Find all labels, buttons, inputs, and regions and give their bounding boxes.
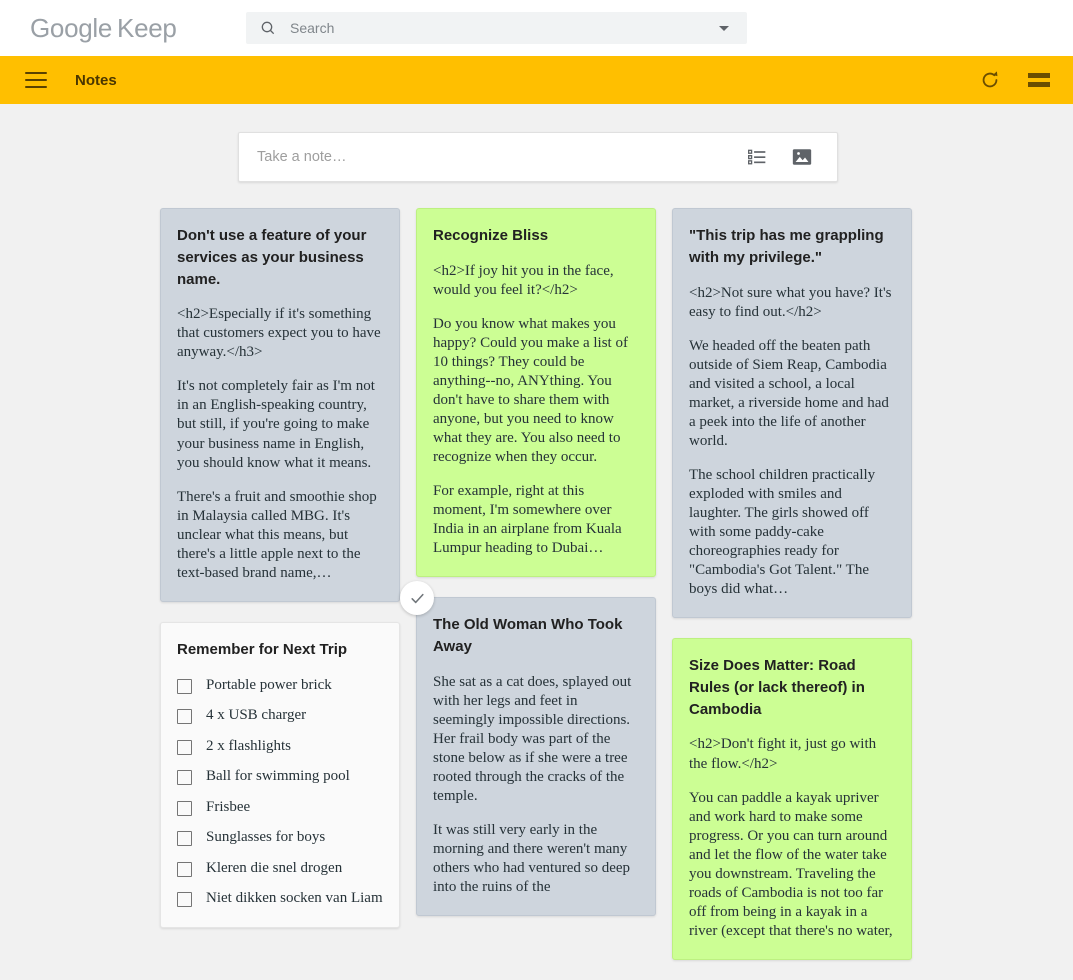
note-select-badge[interactable] [400, 581, 434, 616]
new-list-icon[interactable] [747, 147, 767, 167]
checklist-item[interactable]: Portable power brick [177, 676, 383, 696]
note-card-privilege[interactable]: "This trip has me grappling with my priv… [672, 208, 912, 619]
note-card-business-name[interactable]: Don't use a feature of your services as … [160, 208, 400, 602]
notes-column-3: "This trip has me grappling with my priv… [672, 208, 912, 960]
check-circle-icon [410, 593, 424, 604]
checkbox[interactable] [177, 709, 192, 725]
note-paragraph: For example, right at this moment, I'm s… [433, 483, 622, 557]
new-image-icon[interactable] [791, 146, 813, 168]
note-card-remember-trip[interactable]: Remember for Next Trip Portable power br… [160, 621, 400, 928]
page-title: Notes [75, 71, 117, 89]
note-title: "This trip has me grappling with my priv… [689, 227, 884, 266]
refresh-icon[interactable] [979, 69, 1001, 91]
note-title: Recognize Bliss [433, 227, 549, 244]
note-paragraph: <h2>Don't fight it, just go with the flo… [689, 736, 877, 772]
notes-column-2: Recognize Bliss <h2>If joy hit you in th… [400, 208, 656, 917]
chevron-down-icon[interactable] [719, 25, 729, 31]
checklist-item[interactable]: Sunglasses for boys [177, 828, 383, 848]
search-icon [261, 21, 275, 35]
note-paragraph: <h2>If joy hit you in the face, would yo… [433, 262, 614, 298]
logo-keep: Keep [117, 12, 177, 43]
checklist-item[interactable]: Frisbee [177, 798, 383, 818]
search-bar[interactable] [246, 12, 747, 44]
checklist-item[interactable]: Ball for swimming pool [177, 767, 383, 787]
app-logo[interactable]: Google Keep [30, 13, 177, 44]
note-card-recognize-bliss[interactable]: Recognize Bliss <h2>If joy hit you in th… [416, 208, 656, 578]
checklist: Portable power brick 4 x USB charger 2 x… [177, 676, 383, 909]
take-a-note-placeholder[interactable]: Take a note… [257, 149, 747, 165]
checklist-item[interactable]: Kleren die snel drogen [177, 859, 383, 879]
take-a-note-box[interactable]: Take a note… [238, 132, 838, 182]
note-title: Don't use a feature of your services as … [177, 227, 367, 288]
checklist-item[interactable]: 2 x flashlights [177, 737, 383, 757]
note-paragraph: It's not completely fair as I'm not in a… [177, 378, 375, 471]
checklist-item[interactable]: 4 x USB charger [177, 706, 383, 726]
list-view-icon[interactable] [1027, 71, 1051, 89]
note-paragraph: There's a fruit and smoothie shop in Mal… [177, 488, 377, 581]
note-paragraph: The school children practically exploded… [689, 466, 876, 598]
note-paragraph: <h2>Especially if it's something that cu… [177, 306, 381, 361]
checklist-item-label: Ball for swimming pool [206, 768, 350, 785]
note-body: <h2>Especially if it's something that cu… [177, 305, 383, 583]
note-title: Remember for Next Trip [177, 640, 348, 658]
note-paragraph: She sat as a cat does, splayed out with … [433, 673, 632, 805]
app-bar-actions [979, 69, 1051, 91]
notes-board: Don't use a feature of your services as … [160, 208, 920, 960]
notes-column-1: Don't use a feature of your services as … [160, 208, 400, 928]
note-paragraph: You can paddle a kayak upriver and work … [689, 789, 893, 939]
hamburger-menu-icon[interactable] [25, 72, 47, 88]
checklist-item-label: Sunglasses for boys [206, 829, 326, 846]
note-title: The Old Woman Who Took Away [433, 616, 623, 656]
note-paragraph: We headed off the beaten path outside of… [689, 337, 889, 449]
note-body: <h2>Not sure what you have? It's easy to… [689, 284, 895, 600]
checklist-item-label: Portable power brick [206, 676, 332, 693]
checklist-item-label: 2 x flashlights [206, 737, 291, 754]
checkbox[interactable] [177, 739, 192, 755]
checkbox[interactable] [177, 678, 192, 694]
checklist-item-label: Niet dikken socken van Liam [206, 890, 383, 907]
app-bar: Notes [0, 56, 1073, 104]
checkbox[interactable] [177, 861, 192, 877]
note-body: She sat as a cat does, splayed out with … [433, 673, 639, 898]
search-input[interactable] [290, 20, 719, 36]
checklist-item-label: 4 x USB charger [206, 707, 307, 724]
checkbox[interactable] [177, 800, 192, 816]
checklist-item-label: Kleren die snel drogen [206, 859, 343, 876]
note-body: <h2>If joy hit you in the face, would yo… [433, 262, 639, 559]
checklist-item[interactable]: Niet dikken socken van Liam [177, 889, 383, 909]
logo-google: Google [30, 12, 113, 43]
note-paragraph: Do you know what makes you happy? Could … [433, 315, 628, 466]
note-paragraph: It was still very early in the morning a… [433, 822, 631, 896]
checkbox[interactable] [177, 892, 192, 908]
note-title: Size Does Matter: Road Rules (or lack th… [689, 657, 865, 718]
note-body: <h2>Don't fight it, just go with the flo… [689, 735, 895, 940]
checklist-item-label: Frisbee [206, 798, 251, 815]
top-bar: Google Keep [0, 0, 1073, 56]
note-paragraph: <h2>Not sure what you have? It's easy to… [689, 284, 892, 320]
checkbox[interactable] [177, 831, 192, 847]
notes-content-area: Take a note… Don't use a feature of your… [0, 104, 1073, 980]
checkbox[interactable] [177, 770, 192, 786]
note-card-road-rules[interactable]: Size Does Matter: Road Rules (or lack th… [672, 638, 912, 960]
note-card-old-woman[interactable]: The Old Woman Who Took Away She sat as a… [400, 581, 656, 917]
